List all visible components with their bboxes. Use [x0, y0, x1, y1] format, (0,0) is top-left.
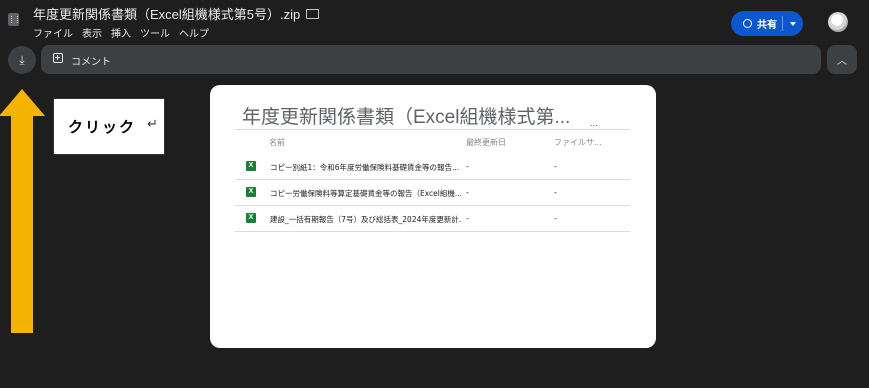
- return-mark-icon: ↵: [147, 117, 158, 132]
- download-button[interactable]: ⤓: [8, 46, 36, 74]
- menu-tools[interactable]: ツール: [140, 25, 170, 40]
- share-divider: [782, 16, 783, 31]
- chevron-down-icon[interactable]: [790, 22, 796, 26]
- column-header-name[interactable]: 名前: [269, 137, 285, 148]
- column-header-modified[interactable]: 最終更新日: [466, 137, 506, 148]
- excel-file-icon: X: [246, 213, 256, 223]
- file-modified: -: [466, 214, 469, 223]
- file-name: コピー労働保険料等算定基礎賃金等の報告（Excel組機...: [270, 189, 462, 198]
- toolbar: コメント: [41, 45, 821, 74]
- document-title[interactable]: 年度更新関係書類（Excel組機様式第5号）.zip: [33, 4, 300, 23]
- excel-file-icon: X: [246, 161, 256, 171]
- top-bar: 年度更新関係書類（Excel組機様式第5号）.zip ファイル 表示 挿入 ツー…: [0, 0, 869, 44]
- share-button[interactable]: 共有: [731, 11, 803, 36]
- zip-file-icon: [8, 13, 19, 26]
- list-item[interactable]: X コピー労働保険料等算定基礎賃金等の報告（Excel組機... - -: [235, 180, 630, 206]
- header-divider: [235, 129, 630, 130]
- chevron-up-icon: ︿: [837, 56, 847, 67]
- add-comment-icon[interactable]: [53, 53, 63, 63]
- title-area: 年度更新関係書類（Excel組機様式第5号）.zip: [33, 4, 320, 23]
- avatar[interactable]: [828, 12, 848, 32]
- file-name: 建設_一括有期報告（7号）及び総括表_2024年度更新計...: [270, 215, 462, 224]
- panel-title: 年度更新関係書類（Excel組機様式第...: [242, 107, 571, 128]
- list-item[interactable]: X 建設_一括有期報告（7号）及び総括表_2024年度更新計... - -: [235, 206, 630, 232]
- panel-dots: ...: [590, 119, 598, 128]
- download-icon: ⤓: [19, 52, 25, 67]
- move-folder-icon[interactable]: [306, 8, 320, 19]
- excel-file-icon: X: [246, 187, 256, 197]
- comment-button[interactable]: コメント: [71, 53, 111, 68]
- share-label: 共有: [757, 20, 777, 31]
- file-size: -: [554, 188, 557, 197]
- arrow-head-annotation: [0, 89, 45, 116]
- click-callout: クリック ↵: [53, 98, 165, 155]
- file-size: -: [554, 162, 557, 171]
- file-modified: -: [466, 162, 469, 171]
- menu-bar: ファイル 表示 挿入 ツール ヘルプ: [33, 25, 209, 40]
- callout-text: クリック: [68, 118, 137, 136]
- column-header-size[interactable]: ファイルサ...: [554, 137, 602, 148]
- list-item[interactable]: X コピー別紙1：令和6年度労働保険料基礎賃金等の報告... - -: [235, 154, 630, 180]
- menu-help[interactable]: ヘルプ: [179, 25, 209, 40]
- file-name: コピー別紙1：令和6年度労働保険料基礎賃金等の報告...: [270, 163, 460, 172]
- arrow-shaft-annotation: [11, 115, 33, 333]
- menu-file[interactable]: ファイル: [33, 25, 73, 40]
- collapse-button[interactable]: ︿: [827, 45, 857, 74]
- globe-icon: [743, 19, 752, 28]
- file-size: -: [554, 214, 557, 223]
- menu-insert[interactable]: 挿入: [111, 25, 131, 40]
- menu-view[interactable]: 表示: [82, 25, 102, 40]
- archive-preview-panel: 年度更新関係書類（Excel組機様式第... ... 名前 最終更新日 ファイル…: [210, 85, 656, 348]
- file-modified: -: [466, 188, 469, 197]
